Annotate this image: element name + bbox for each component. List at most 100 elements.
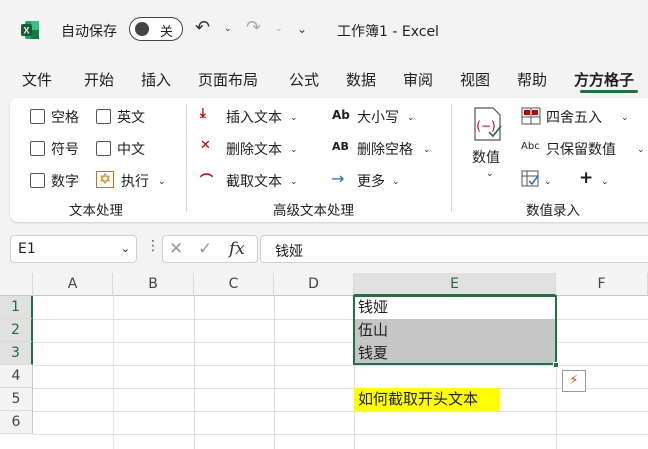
keep-values-label: 只保留数值 [546, 142, 616, 158]
svg-text:(−): (−) [476, 119, 495, 133]
toggle-knob [135, 22, 149, 36]
checkbox-space[interactable] [30, 109, 45, 124]
row-header-5[interactable]: 5 [0, 388, 33, 411]
delete-text-label: 删除文本 [226, 142, 282, 158]
checkbox-english[interactable] [96, 109, 111, 124]
svg-text:X: X [23, 26, 29, 36]
autosave-state: 关 [160, 25, 174, 40]
insert-text-icon: ⤓ [200, 106, 206, 121]
customize-toolbar-icon[interactable]: ⌄ [297, 22, 307, 36]
formula-content: 钱娅 [275, 244, 303, 260]
keep-values-icon: Abc [521, 141, 540, 152]
check-label-space: 空格 [51, 110, 79, 126]
excel-logo-icon: X [21, 21, 39, 39]
check-label-chinese: 中文 [117, 142, 145, 158]
column-header-c[interactable]: C [194, 273, 274, 296]
ribbon-tabs: 文件 开始 插入 页面布局 公式 数据 审阅 视图 帮助 方方格子 [0, 64, 648, 94]
formula-options-icon[interactable]: ⋮ [146, 238, 160, 254]
column-header-b[interactable]: B [113, 273, 194, 296]
grid-line [33, 434, 648, 435]
checkbox-chinese[interactable] [96, 141, 111, 156]
name-box-dropdown-icon[interactable]: ⌄ [121, 242, 130, 255]
delete-space-dropdown-icon: ⌄ [423, 145, 431, 155]
row-header-6[interactable]: 6 [0, 411, 33, 434]
quick-analysis-icon[interactable]: ⚡ [562, 370, 586, 392]
tab-help[interactable]: 帮助 [517, 69, 547, 90]
name-box[interactable]: E1 ⌄ [10, 235, 137, 263]
checkbox-symbol[interactable] [30, 141, 45, 156]
round-dropdown-icon: ⌄ [621, 113, 629, 123]
tab-data[interactable]: 数据 [346, 69, 376, 90]
plus-icon: + [579, 168, 594, 188]
values-icon: (−) [474, 107, 502, 141]
group-label-numeric: 数值录入 [526, 203, 580, 219]
more-label: 更多 [357, 174, 385, 190]
tab-home[interactable]: 开始 [84, 69, 114, 90]
formula-input[interactable]: 钱娅 [260, 235, 648, 263]
group-separator [186, 104, 187, 212]
add-dropdown-icon: ⌄ [601, 177, 609, 187]
delete-space-icon: AB [332, 140, 349, 153]
autosave-label: 自动保存 [61, 24, 117, 40]
more-arrow-icon: → [331, 169, 345, 188]
undo-icon[interactable]: ↶ [195, 17, 210, 38]
fill-handle[interactable] [553, 362, 559, 368]
delete-space-label: 删除空格 [357, 142, 413, 158]
group-separator [451, 104, 452, 212]
insert-text-dropdown-icon: ⌄ [290, 113, 298, 123]
checkbox-number[interactable] [30, 173, 45, 188]
name-box-value: E1 [18, 241, 36, 257]
tab-formulas[interactable]: 公式 [289, 69, 319, 90]
delete-text-icon: ✕ [200, 138, 211, 153]
active-tab-indicator [580, 90, 638, 93]
case-icon: Ab [332, 108, 350, 122]
document-title: 工作簿1 - Excel [337, 24, 439, 40]
check-label-number: 数字 [51, 174, 79, 190]
cell-e5[interactable]: 如何截取开头文本 [354, 388, 500, 411]
column-header-a[interactable]: A [33, 273, 113, 296]
enter-icon[interactable]: ✓ [198, 239, 212, 259]
values-label: 数值 [472, 150, 500, 166]
tab-page-layout[interactable]: 页面布局 [198, 69, 258, 90]
undo-dropdown-icon[interactable]: ⌄ [224, 24, 232, 34]
row-header-4[interactable]: 4 [0, 365, 33, 388]
column-header-d[interactable]: D [274, 273, 354, 296]
title-bar: X 自动保存 关 ↶ ⌄ ↷ ⌄ ⌄ 工作簿1 - Excel [0, 0, 648, 60]
delete-text-dropdown-icon: ⌄ [290, 145, 298, 155]
row-header-1[interactable]: 1 [0, 296, 33, 319]
check-label-symbol: 符号 [51, 142, 79, 158]
insert-text-label: 插入文本 [226, 110, 282, 126]
formula-buttons: ✕ ✓ fx [162, 235, 258, 263]
tab-insert[interactable]: 插入 [141, 69, 171, 90]
tab-review[interactable]: 审阅 [403, 69, 433, 90]
more-dropdown-icon: ⌄ [392, 177, 400, 187]
insert-function-icon[interactable]: fx [229, 239, 245, 259]
round-icon [521, 107, 541, 125]
values-dropdown-icon: ⌄ [486, 169, 494, 179]
column-header-e[interactable]: E [354, 273, 556, 296]
row-header-2[interactable]: 2 [0, 319, 33, 342]
select-all-corner[interactable] [0, 273, 33, 296]
column-header-f[interactable]: F [556, 273, 648, 296]
extract-text-icon: ⌒ [200, 174, 214, 189]
redo-dropdown-icon[interactable]: ⌄ [275, 24, 283, 34]
cancel-icon[interactable]: ✕ [169, 239, 183, 259]
checklist-icon [521, 170, 539, 187]
tab-file[interactable]: 文件 [22, 69, 52, 90]
extract-text-label: 截取文本 [226, 174, 282, 190]
check-label-english: 英文 [117, 110, 145, 126]
case-label: 大小写 [357, 110, 399, 126]
redo-icon[interactable]: ↷ [246, 17, 261, 38]
tab-fangfang[interactable]: 方方格子 [574, 69, 634, 90]
keep-values-dropdown-icon: ⌄ [637, 145, 645, 155]
execute-icon: ✡ [96, 171, 114, 188]
row-header-3[interactable]: 3 [0, 342, 33, 365]
tab-view[interactable]: 视图 [460, 69, 490, 90]
checklist-dropdown-icon: ⌄ [544, 177, 552, 187]
round-label: 四舍五入 [546, 110, 602, 126]
group-label-text: 文本处理 [69, 203, 123, 219]
execute-dropdown-icon: ⌄ [158, 177, 166, 187]
autosave-toggle[interactable]: 关 [129, 17, 183, 41]
execute-label: 执行 [121, 174, 149, 190]
grid-line [33, 388, 648, 389]
